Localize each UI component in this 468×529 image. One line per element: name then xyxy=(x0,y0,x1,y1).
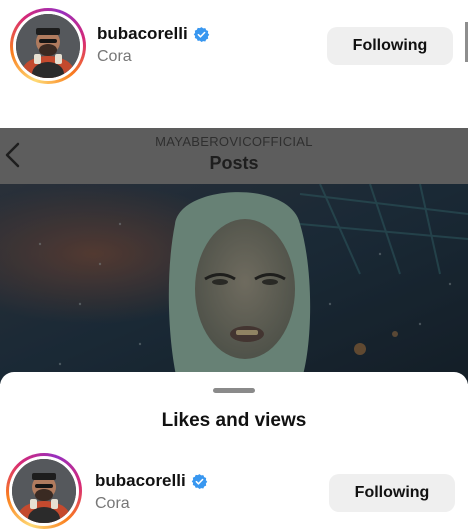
row-following-button[interactable]: Following xyxy=(329,474,455,512)
profile-avatar[interactable] xyxy=(10,8,86,84)
profile-subtitle: Cora xyxy=(97,48,132,65)
row-username[interactable]: bubacorelli xyxy=(95,471,186,491)
avatar-image xyxy=(16,14,80,78)
posts-header: MAYABEROVICOFFICIAL Posts xyxy=(0,128,468,184)
verified-badge-icon xyxy=(193,26,210,43)
sheet-title: Likes and views xyxy=(161,410,307,431)
posts-account-name: MAYABEROVICOFFICIAL xyxy=(155,134,313,149)
posts-title: Posts xyxy=(209,153,259,173)
row-avatar[interactable] xyxy=(6,453,82,529)
verified-badge-icon xyxy=(191,473,208,490)
profile-row: bubacorelli Cora Following xyxy=(0,0,468,128)
avatar-image xyxy=(12,459,76,523)
row-subtitle: Cora xyxy=(95,495,130,512)
likes-views-sheet: Likes and views bubacorelli Cora Followi… xyxy=(0,372,468,529)
profile-username[interactable]: bubacorelli xyxy=(97,24,188,44)
video-frame[interactable] xyxy=(0,184,468,384)
sheet-drag-handle[interactable] xyxy=(213,388,255,393)
following-button[interactable]: Following xyxy=(327,27,453,65)
